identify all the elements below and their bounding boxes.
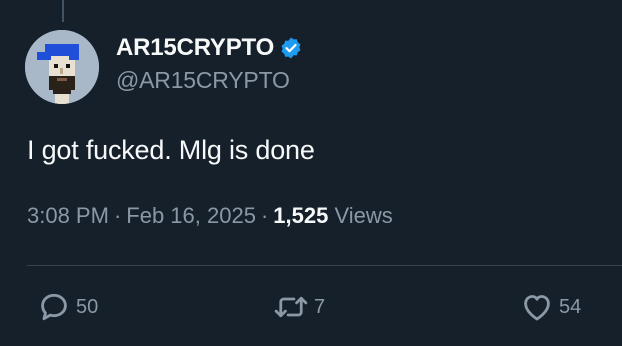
tweet-date[interactable]: Feb 16, 2025 — [126, 203, 256, 228]
verified-badge-icon[interactable] — [279, 36, 303, 60]
retweet-count: 7 — [314, 295, 326, 318]
views-label: Views — [334, 203, 393, 228]
heart-outline-icon — [524, 295, 550, 321]
pixel-punk-avatar-image — [25, 30, 99, 104]
meta-separator: · — [113, 203, 122, 228]
tweet-time[interactable]: 3:08 PM — [27, 203, 109, 228]
retweet-arrows-icon — [274, 296, 308, 318]
meta-separator: · — [260, 203, 269, 228]
views-count: 1,525 — [273, 203, 329, 228]
author-name-row: AR15CRYPTO — [116, 33, 303, 63]
avatar[interactable] — [25, 30, 99, 104]
thread-connector-line — [62, 0, 64, 22]
like-count: 54 — [559, 295, 582, 318]
author-display-name[interactable]: AR15CRYPTO — [116, 34, 274, 62]
actions-divider — [27, 265, 622, 266]
retweet-button[interactable]: 7 — [272, 288, 325, 326]
reply-button[interactable]: 50 — [36, 288, 98, 326]
author-handle[interactable]: @AR15CRYPTO — [116, 67, 303, 94]
tweet-metadata: 3:08 PM · Feb 16, 2025 · 1,525 Views — [27, 203, 393, 229]
tweet-author: AR15CRYPTO @AR15CRYPTO — [116, 33, 303, 94]
reply-count: 50 — [76, 295, 99, 318]
reply-bubble-icon — [41, 293, 67, 321]
like-button[interactable]: 54 — [519, 288, 581, 326]
tweet-text: I got fucked. Mlg is done — [27, 135, 315, 165]
